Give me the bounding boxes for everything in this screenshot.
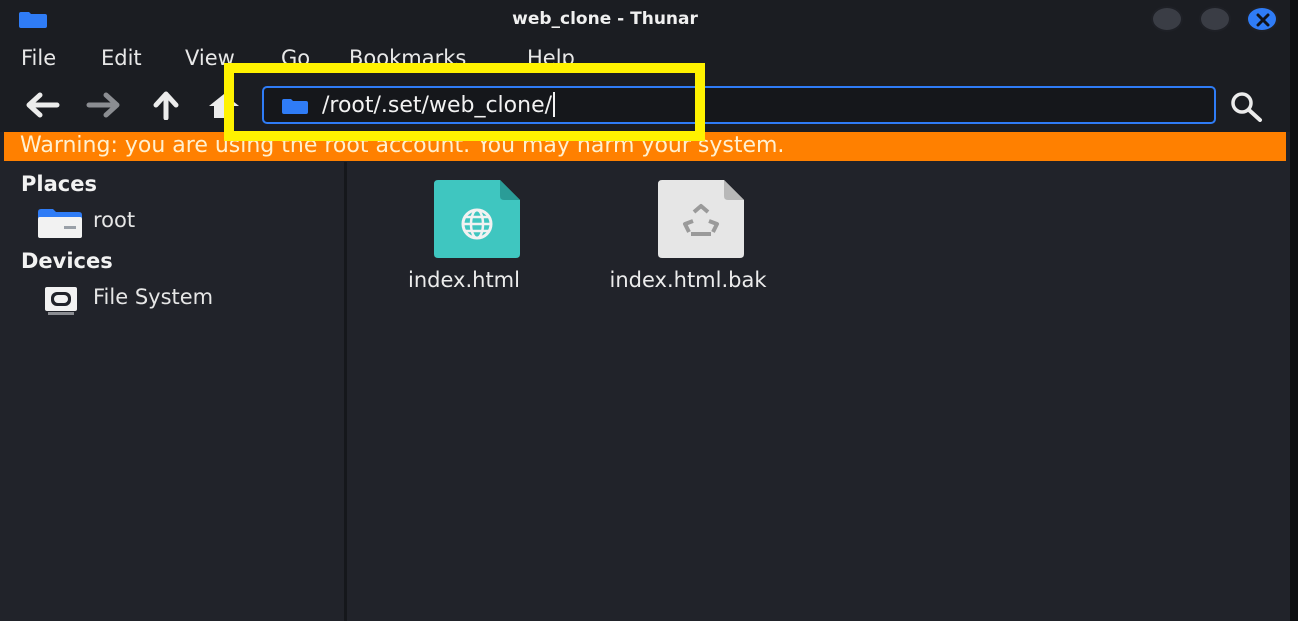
- warning-text: Warning: you are using the root account.…: [20, 133, 785, 158]
- devices-heading: Devices: [21, 249, 113, 273]
- text-caret: [553, 92, 556, 117]
- title-bar[interactable]: web_clone - Thunar: [0, 0, 1290, 38]
- menu-view[interactable]: View: [185, 46, 235, 70]
- menu-bar: File Edit View Go Bookmarks Help: [0, 38, 1290, 78]
- home-folder-icon: [38, 209, 82, 238]
- file-view[interactable]: index.html index.html.bak: [347, 162, 1286, 621]
- sidebar: Places root Devices File System: [4, 162, 344, 621]
- close-icon: [1256, 13, 1270, 27]
- window-title: web_clone - Thunar: [512, 9, 698, 29]
- menu-bookmarks[interactable]: Bookmarks: [349, 46, 466, 70]
- menu-file[interactable]: File: [21, 46, 56, 70]
- folder-icon: [282, 99, 308, 114]
- file-item[interactable]: index.html: [364, 180, 564, 300]
- menu-help[interactable]: Help: [527, 46, 575, 70]
- sidebar-item-root[interactable]: root: [38, 206, 338, 242]
- home-icon[interactable]: [205, 90, 243, 120]
- file-name: index.html.bak: [609, 268, 767, 292]
- sidebar-item-file-system[interactable]: File System: [38, 283, 338, 319]
- arrow-up-icon[interactable]: [147, 90, 185, 120]
- sidebar-item-label: File System: [93, 285, 214, 309]
- search-icon[interactable]: [1228, 90, 1266, 122]
- menu-edit[interactable]: Edit: [101, 46, 142, 70]
- file-item[interactable]: index.html.bak: [588, 180, 788, 300]
- drive-icon: [45, 287, 77, 315]
- menu-go[interactable]: Go: [281, 46, 310, 70]
- location-bar[interactable]: /root/.set/web_clone/: [262, 86, 1216, 124]
- location-input[interactable]: /root/.set/web_clone/: [322, 92, 556, 118]
- minimize-button[interactable]: [1151, 6, 1183, 32]
- thunar-window: web_clone - Thunar File Edit View Go Boo…: [0, 0, 1290, 621]
- arrow-left-icon[interactable]: [23, 90, 61, 120]
- maximize-button[interactable]: [1199, 6, 1231, 32]
- html-file-icon: [434, 180, 520, 258]
- root-warning-banner: Warning: you are using the root account.…: [4, 132, 1286, 161]
- arrow-right-icon[interactable]: [85, 90, 123, 120]
- places-heading: Places: [21, 172, 97, 196]
- background-edge: [1290, 0, 1298, 621]
- close-button[interactable]: [1246, 6, 1278, 32]
- backup-file-icon: [658, 180, 744, 258]
- file-name: index.html: [408, 268, 520, 292]
- sidebar-item-label: root: [93, 208, 136, 232]
